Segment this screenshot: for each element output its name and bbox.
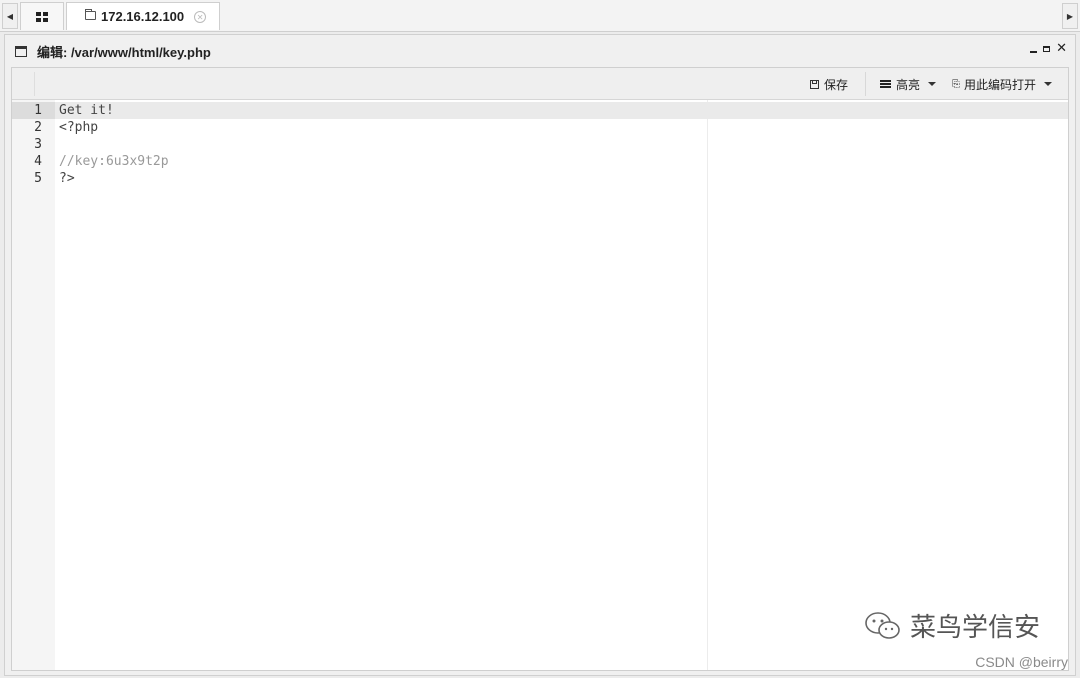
encoding-dropdown[interactable]: ⎘ 用此编码打开 <box>952 75 1053 93</box>
tab-scroll-left-button[interactable]: ◀ <box>2 3 18 29</box>
code-line[interactable]: 4 //key:6u3x9t2p <box>12 153 1068 170</box>
list-icon <box>880 80 891 88</box>
editor-toolbar: 保存 高亮 ⎘ 用此编码打开 <box>12 68 1068 100</box>
line-number: 3 <box>34 137 42 152</box>
window-controls: ✕ <box>1030 42 1067 55</box>
close-circle-icon[interactable]: ✕ <box>194 10 207 23</box>
toolbar-divider <box>865 72 866 96</box>
watermark-brand: 菜鸟学信安 <box>909 613 1040 643</box>
close-icon[interactable]: ✕ <box>1056 42 1067 55</box>
chevron-down-icon <box>928 82 937 86</box>
tab-bar: ◀ 172.16.12.100 ✕ ▶ <box>0 0 1080 32</box>
code-line[interactable]: 5 ?> <box>12 170 1068 187</box>
code-line[interactable]: 2 <?php <box>12 119 1068 136</box>
line-number: 5 <box>34 171 42 186</box>
line-text: Get it! <box>59 103 114 118</box>
tab-home[interactable] <box>20 2 64 30</box>
line-number: 1 <box>12 102 55 119</box>
toolbar-divider <box>34 72 35 96</box>
highlight-dropdown[interactable]: 高亮 <box>880 75 937 93</box>
tab-connection-label: 172.16.12.100 <box>101 9 185 24</box>
save-label: 保存 <box>824 77 849 92</box>
save-icon <box>810 79 819 89</box>
highlight-label: 高亮 <box>896 77 921 92</box>
line-number: 2 <box>34 120 42 135</box>
editor-window: 编辑: /var/www/html/key.php ✕ 保存 高亮 ⎘ 用此编码… <box>4 34 1076 676</box>
line-text: ?> <box>59 171 75 186</box>
window-title: 编辑: /var/www/html/key.php <box>37 44 211 60</box>
line-text: //key:6u3x9t2p <box>59 154 169 169</box>
wechat-watermark: 菜鸟学信安 <box>864 607 1040 644</box>
restore-icon[interactable] <box>1043 46 1051 52</box>
window-icon <box>15 45 27 57</box>
line-number: 4 <box>34 154 42 169</box>
tab-connection[interactable]: 172.16.12.100 ✕ <box>66 2 220 30</box>
app-root: ◀ 172.16.12.100 ✕ ▶ 编辑: /var/www/html/ke… <box>0 0 1080 678</box>
grid-icon <box>36 11 48 22</box>
folder-icon <box>85 9 96 20</box>
csdn-watermark: CSDN @beirry <box>975 654 1068 670</box>
code-line[interactable]: 1 Get it! <box>12 102 1068 119</box>
save-button[interactable]: 保存 <box>810 75 848 93</box>
line-text: <?php <box>59 120 99 135</box>
chevron-down-icon <box>1044 82 1053 86</box>
encoding-label: 用此编码打开 <box>964 77 1037 92</box>
wechat-icon <box>865 611 900 639</box>
minimize-icon[interactable] <box>1030 51 1038 53</box>
editor-frame: 保存 高亮 ⎘ 用此编码打开 1 Get it! 2 <?php 3 4 //k… <box>11 67 1069 671</box>
code-line[interactable]: 3 <box>12 136 1068 153</box>
tab-scroll-right-button[interactable]: ▶ <box>1062 3 1078 29</box>
encoding-icon: ⎘ <box>952 78 960 90</box>
window-titlebar[interactable]: 编辑: /var/www/html/key.php ✕ <box>5 35 1075 67</box>
code-editor[interactable]: 1 Get it! 2 <?php 3 4 //key:6u3x9t2p 5 ?… <box>12 100 1068 670</box>
